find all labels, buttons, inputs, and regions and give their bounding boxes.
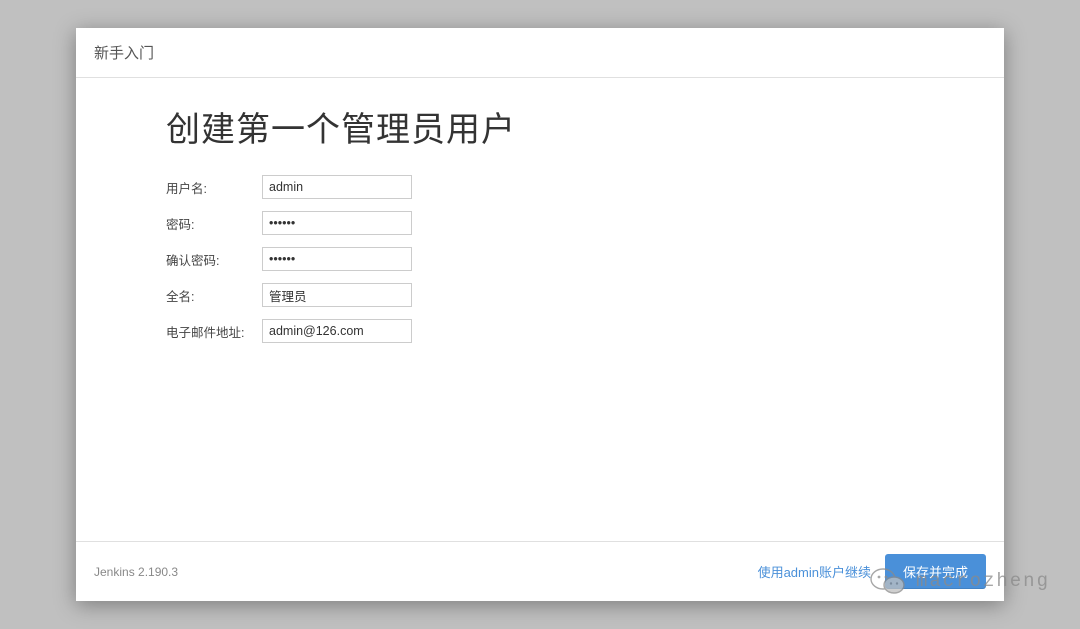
label-password: 密码: <box>166 214 262 233</box>
dialog-footer: Jenkins 2.190.3 使用admin账户继续 保存并完成 <box>76 541 1004 601</box>
row-password: 密码: <box>166 211 914 235</box>
input-fullname[interactable] <box>262 283 412 307</box>
row-confirm-password: 确认密码: <box>166 247 914 271</box>
input-confirm-password[interactable] <box>262 247 412 271</box>
label-confirm-password: 确认密码: <box>166 250 262 269</box>
dialog-body: 创建第一个管理员用户 用户名: 密码: 确认密码: 全名: 电子邮件地址: <box>76 78 1004 541</box>
save-and-finish-button[interactable]: 保存并完成 <box>885 554 986 589</box>
page-title: 创建第一个管理员用户 <box>166 102 914 151</box>
version-label: Jenkins 2.190.3 <box>94 565 178 579</box>
continue-as-admin-link[interactable]: 使用admin账户继续 <box>758 562 871 581</box>
input-username[interactable] <box>262 175 412 199</box>
footer-actions: 使用admin账户继续 保存并完成 <box>758 554 986 589</box>
input-email[interactable] <box>262 319 412 343</box>
label-fullname: 全名: <box>166 286 262 305</box>
label-email: 电子邮件地址: <box>166 322 262 341</box>
label-username: 用户名: <box>166 178 262 197</box>
input-password[interactable] <box>262 211 412 235</box>
row-fullname: 全名: <box>166 283 914 307</box>
setup-dialog: 新手入门 创建第一个管理员用户 用户名: 密码: 确认密码: 全名: 电子邮件地… <box>76 28 1004 601</box>
dialog-title: 新手入门 <box>94 45 154 62</box>
dialog-header: 新手入门 <box>76 28 1004 78</box>
row-username: 用户名: <box>166 175 914 199</box>
row-email: 电子邮件地址: <box>166 319 914 343</box>
